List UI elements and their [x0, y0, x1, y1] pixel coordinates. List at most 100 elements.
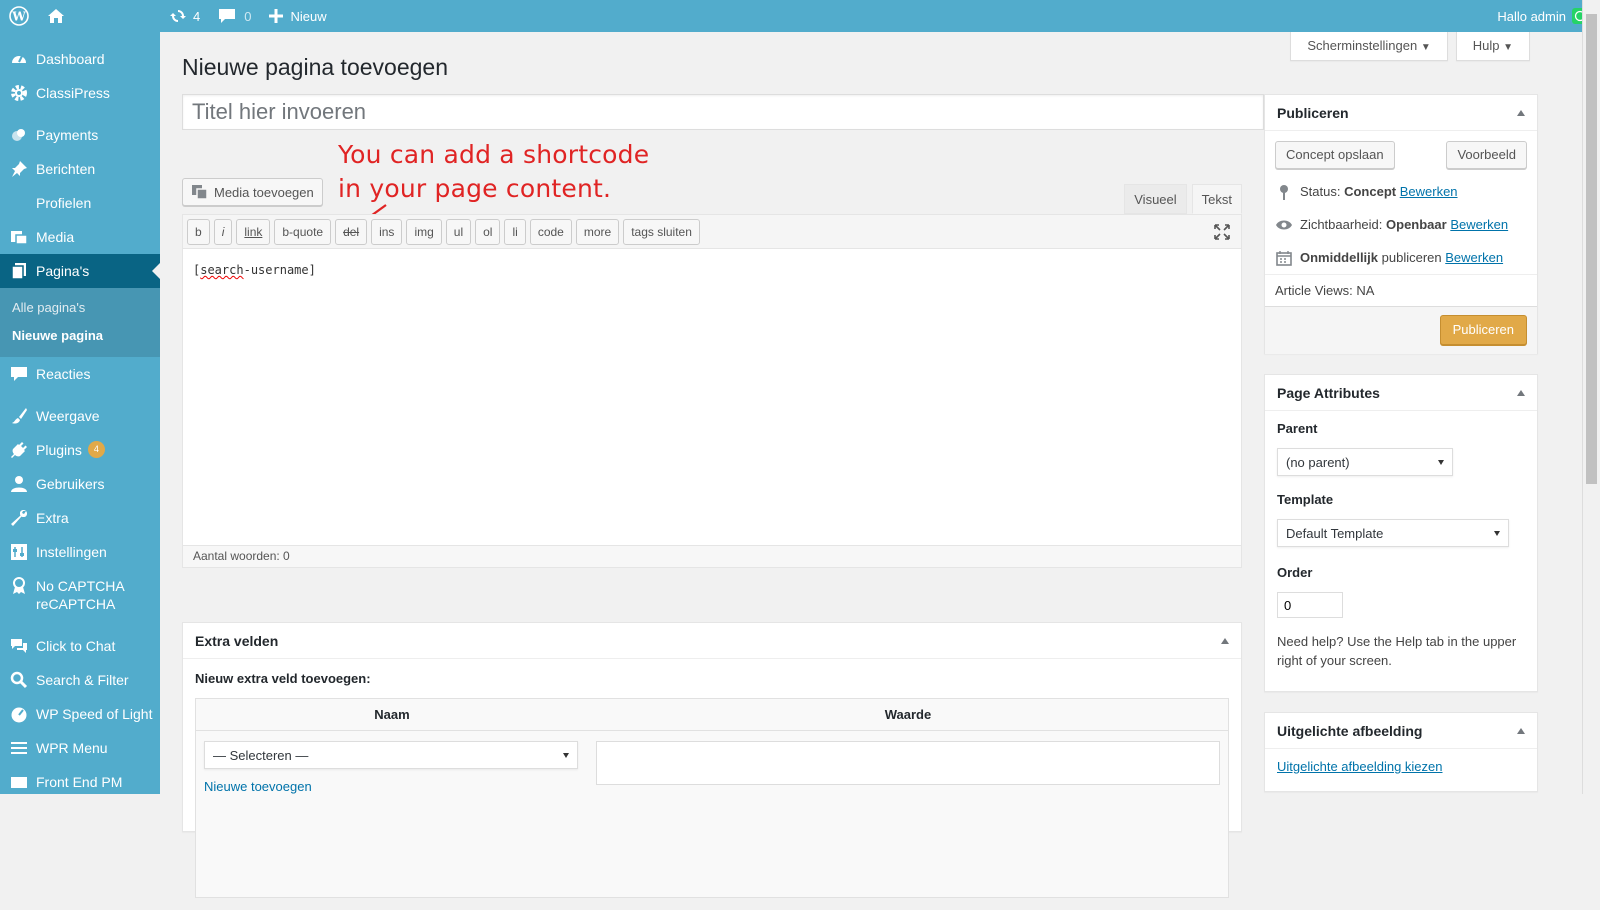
word-count: Aantal woorden: 0: [183, 545, 1241, 567]
title-input[interactable]: [183, 95, 1263, 129]
updates-link[interactable]: 4: [160, 0, 209, 32]
comments-link[interactable]: 0: [209, 0, 260, 32]
menu-item-media[interactable]: Media: [0, 220, 160, 254]
home-icon[interactable]: [38, 0, 74, 32]
greeting[interactable]: Hallo admin: [1497, 9, 1566, 24]
visibility-value: Openbaar: [1386, 217, 1447, 232]
menu-item-search-filter[interactable]: Search & Filter: [0, 663, 160, 697]
menu-item-plugins[interactable]: Plugins 4: [0, 433, 160, 467]
page-attributes-box: Page Attributes Parent (no parent) Templ…: [1264, 374, 1538, 692]
mail-icon: [10, 773, 28, 791]
qt-ins-button[interactable]: ins: [371, 218, 403, 245]
custom-fields-table: Naam Waarde — Selecteren — Nieuwe toevoe…: [195, 698, 1229, 898]
screen-options-label: Scherminstellingen: [1307, 38, 1418, 53]
speed-icon: [10, 705, 28, 723]
add-media-button[interactable]: Media toevoegen: [182, 178, 323, 206]
qt-li-button[interactable]: li: [504, 218, 526, 245]
menu-item-profielen[interactable]: Profielen: [0, 186, 160, 220]
status-label: Status:: [1300, 184, 1341, 199]
chevron-down-icon: [563, 752, 569, 758]
help-button[interactable]: Hulp ▼: [1455, 32, 1530, 61]
menu-item-extra[interactable]: Extra: [0, 501, 160, 535]
annotation-line-2: in your page content.: [338, 174, 612, 203]
wordpress-logo-icon[interactable]: W: [0, 0, 38, 32]
menu-item-reacties[interactable]: Reacties: [0, 357, 160, 391]
chevron-down-icon: [1494, 530, 1500, 536]
fullscreen-icon[interactable]: [1213, 223, 1231, 241]
publish-box: Publiceren Concept opslaan Voorbeeld Sta…: [1264, 94, 1538, 354]
plus-icon: [269, 9, 284, 23]
parent-select[interactable]: (no parent): [1277, 448, 1453, 476]
qt-more-button[interactable]: more: [575, 218, 620, 245]
new-content-link[interactable]: Nieuw: [260, 0, 335, 32]
qt-link-button[interactable]: link: [236, 218, 271, 245]
menu-label: Profielen: [36, 195, 92, 211]
set-featured-image-link[interactable]: Uitgelichte afbeelding kiezen: [1277, 759, 1443, 774]
menu-item-wpr-menu[interactable]: WPR Menu: [0, 731, 160, 765]
publish-button[interactable]: Publiceren: [1439, 315, 1527, 345]
collapse-arrow-icon[interactable]: [1517, 109, 1525, 116]
qt-italic-button[interactable]: i: [213, 218, 233, 245]
pin-icon: [10, 160, 28, 178]
qt-del-button[interactable]: del: [335, 218, 368, 245]
menu-item-gebruikers[interactable]: Gebruikers: [0, 467, 160, 501]
field-value-textarea[interactable]: [596, 741, 1220, 785]
qt-ol-button[interactable]: ol: [475, 218, 501, 245]
menu-item-classipress[interactable]: ClassiPress: [0, 76, 160, 110]
help-label: Hulp: [1472, 38, 1500, 53]
quicktags-toolbar: b i link b-quote del ins img ul ol li co…: [183, 215, 1241, 249]
qt-img-button[interactable]: img: [406, 218, 442, 245]
menu-item-paginas[interactable]: Pagina's: [0, 254, 160, 288]
tab-text[interactable]: Tekst: [1191, 184, 1242, 214]
qt-ul-button[interactable]: ul: [445, 218, 472, 245]
menu-item-weergave[interactable]: Weergave: [0, 399, 160, 433]
featured-image-title: Uitgelichte afbeelding: [1277, 722, 1423, 739]
updates-count: 4: [193, 8, 201, 24]
publish-title: Publiceren: [1277, 104, 1349, 121]
menu-label: Dashboard: [36, 51, 105, 67]
add-new-field-link[interactable]: Nieuwe toevoegen: [204, 779, 578, 794]
field-name-select-value: — Selecteren —: [213, 747, 309, 763]
qt-blockquote-button[interactable]: b-quote: [274, 218, 332, 245]
submenu-all-pages[interactable]: Alle pagina's: [0, 294, 160, 322]
edit-status-link[interactable]: Bewerken: [1400, 184, 1458, 199]
qt-bold-button[interactable]: b: [187, 218, 210, 245]
menu-item-speed-of-light[interactable]: WP Speed of Light: [0, 697, 160, 731]
menu-item-recaptcha[interactable]: No CAPTCHA reCAPTCHA: [0, 569, 160, 621]
collapse-arrow-icon[interactable]: [1517, 389, 1525, 396]
field-name-select[interactable]: — Selecteren —: [204, 741, 578, 769]
menu-item-front-end-pm[interactable]: Front End PM: [0, 765, 160, 794]
save-draft-button[interactable]: Concept opslaan: [1275, 141, 1395, 169]
preview-button[interactable]: Voorbeeld: [1446, 141, 1527, 169]
menu-item-instellingen[interactable]: Instellingen: [0, 535, 160, 569]
pages-icon: [10, 262, 28, 280]
status-row: Status: Concept Bewerken: [1265, 175, 1537, 208]
collapse-arrow-icon[interactable]: [1517, 727, 1525, 734]
submenu-new-page[interactable]: Nieuwe pagina: [0, 322, 160, 350]
template-select[interactable]: Default Template: [1277, 519, 1509, 547]
scrollbar-thumb[interactable]: [1586, 14, 1597, 484]
pin-icon: [1275, 184, 1293, 200]
brush-icon: [10, 407, 28, 425]
menu-label: Click to Chat: [36, 638, 116, 654]
parent-label: Parent: [1277, 421, 1318, 436]
menu-item-click-to-chat[interactable]: Click to Chat: [0, 629, 160, 663]
qt-close-tags-button[interactable]: tags sluiten: [623, 218, 700, 245]
qt-code-button[interactable]: code: [529, 218, 572, 245]
user-icon: [10, 475, 28, 493]
menu-label: No CAPTCHA reCAPTCHA: [36, 578, 124, 612]
page-scrollbar[interactable]: [1582, 0, 1600, 794]
menu-item-berichten[interactable]: Berichten: [0, 152, 160, 186]
edit-date-link[interactable]: Bewerken: [1445, 250, 1503, 265]
screen-options-button[interactable]: Scherminstellingen ▼: [1290, 32, 1448, 61]
order-input[interactable]: [1277, 592, 1343, 618]
content-textarea[interactable]: [search-username]: [183, 249, 1241, 533]
page-attributes-help: Need help? Use the Help tab in the upper…: [1277, 634, 1517, 668]
menu-item-dashboard[interactable]: Dashboard: [0, 42, 160, 76]
edit-visibility-link[interactable]: Bewerken: [1450, 217, 1508, 232]
comment-icon: [219, 9, 236, 23]
collapse-arrow-icon[interactable]: [1221, 637, 1229, 644]
menu-item-payments[interactable]: Payments: [0, 118, 160, 152]
content-rest: -username]: [243, 263, 316, 277]
tab-visual[interactable]: Visueel: [1124, 184, 1187, 214]
